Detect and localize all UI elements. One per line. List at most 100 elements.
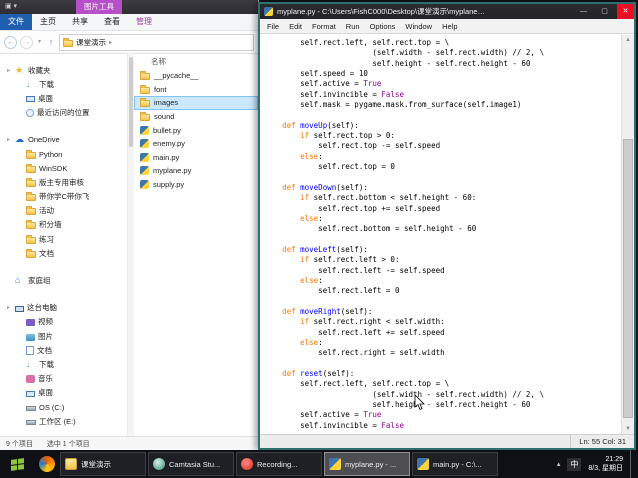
forward-button[interactable]: → [20, 36, 33, 49]
file-row[interactable]: bullet.py [134, 123, 258, 137]
sidebar-item[interactable]: 练习 [0, 232, 127, 246]
menu-file[interactable]: File [262, 22, 284, 31]
file-row[interactable]: font [134, 83, 258, 97]
sidebar-item[interactable]: 带你学C带你飞 [0, 190, 127, 204]
file-row[interactable]: main.py [134, 151, 258, 165]
picture-tools-tab[interactable]: 图片工具 [76, 0, 122, 14]
sidebar-item[interactable]: 活动 [0, 204, 127, 218]
tray-expand-icon[interactable]: ▴ [557, 460, 561, 468]
sidebar-item-label: 图片 [38, 331, 53, 342]
up-button[interactable]: ↑ [46, 37, 56, 48]
disk-icon [26, 420, 36, 425]
menu-edit[interactable]: Edit [284, 22, 307, 31]
desktop-icon [26, 391, 35, 397]
folder-icon [140, 73, 150, 80]
editor-scrollbar[interactable]: ▲ ▼ [621, 35, 634, 434]
sidebar-item[interactable]: 最近访问的位置 [0, 106, 127, 120]
history-dropdown-icon[interactable]: ▾ [36, 37, 43, 48]
folder-icon [26, 180, 36, 187]
column-header-name[interactable]: 名称 [134, 55, 258, 69]
sidebar-item[interactable]: 下载 [0, 357, 127, 371]
sidebar-item[interactable]: Python [0, 147, 127, 161]
file-row[interactable]: myplane.py [134, 164, 258, 178]
ribbon-tab-管理[interactable]: 管理 [128, 14, 160, 30]
menu-help[interactable]: Help [437, 22, 462, 31]
sidebar-item[interactable]: ▸OneDrive [0, 133, 127, 147]
sidebar-item[interactable]: ▸收藏夹 [0, 63, 127, 77]
minimize-button[interactable]: — [575, 4, 592, 19]
code-editor[interactable]: self.rect.left, self.rect.top = \ (self.… [260, 35, 621, 434]
ribbon-tab-共享[interactable]: 共享 [64, 14, 96, 30]
sidebar-item[interactable]: 视频 [0, 315, 127, 329]
clock[interactable]: 21:29 8/3, 星期日 [588, 455, 623, 473]
ribbon-tab-主页[interactable]: 主页 [32, 14, 64, 30]
taskbar-button[interactable]: myplane.py - ... [324, 452, 410, 476]
ribbon-tab-文件[interactable]: 文件 [0, 14, 32, 30]
sidebar-item[interactable]: 家庭组 [0, 273, 127, 287]
code-line: def moveRight(self): [264, 307, 621, 317]
breadcrumb[interactable]: 课堂演示 [76, 37, 106, 48]
taskbar-button[interactable]: main.py - C:\... [412, 452, 498, 476]
sidebar-item[interactable]: WinSDK [0, 161, 127, 175]
sidebar-item[interactable]: 工作区 (E:) [0, 414, 127, 428]
sidebar-scrollbar[interactable] [127, 53, 134, 437]
file-row[interactable]: __pycache__ [134, 69, 258, 83]
explorer-navbar: ← → ▾ ↑ 课堂演示 ▸ [0, 31, 258, 54]
taskbar-button[interactable]: Recording... [236, 452, 322, 476]
taskbar-button[interactable]: Camtasia Stu... [148, 452, 234, 476]
sidebar-item[interactable]: 下载 [0, 77, 127, 91]
folder-icon [140, 87, 150, 94]
sidebar-item[interactable]: 文档 [0, 343, 127, 357]
address-bar[interactable]: 课堂演示 ▸ [59, 34, 254, 51]
sidebar-item-label: 带你学C带你飞 [39, 191, 89, 202]
quick-access-toolbar-icon[interactable]: ▣ ▾ [5, 0, 17, 14]
ribbon-tab-查看[interactable]: 查看 [96, 14, 128, 30]
folder-icon [26, 166, 36, 173]
file-name: enemy.py [153, 139, 185, 148]
sidebar-item-label: 下载 [39, 79, 54, 90]
sidebar-item-label: 桌面 [38, 93, 53, 104]
file-row[interactable]: images [134, 96, 258, 110]
menu-format[interactable]: Format [307, 22, 341, 31]
download-icon [26, 80, 36, 89]
menu-window[interactable]: Window [400, 22, 437, 31]
sidebar-item[interactable]: 图片 [0, 329, 127, 343]
taskbar-button[interactable]: 课堂演示 [60, 452, 146, 476]
scrollbar-thumb[interactable] [129, 57, 133, 147]
sidebar-item[interactable]: OS (C:) [0, 400, 127, 414]
sidebar-item[interactable]: 版主专用审核 [0, 175, 127, 189]
expand-arrow-icon[interactable]: ▸ [5, 67, 12, 74]
file-row[interactable]: supply.py [134, 178, 258, 192]
start-button[interactable] [0, 450, 34, 478]
close-button[interactable]: ✕ [617, 4, 634, 19]
code-line: self.rect.top = 0 [264, 162, 621, 172]
code-line: if self.rect.bottom < self.height - 60: [264, 193, 621, 203]
menu-run[interactable]: Run [341, 22, 365, 31]
explorer-statusbar: 9 个项目 选中 1 个项目 [0, 436, 258, 450]
browser-icon[interactable] [34, 450, 60, 478]
file-row[interactable]: enemy.py [134, 137, 258, 151]
scroll-down-icon[interactable]: ▼ [622, 424, 634, 434]
sidebar-item-label: 文档 [39, 248, 54, 259]
idle-titlebar[interactable]: myplane.py - C:\Users\FishC000\Desktop\课… [260, 4, 634, 19]
back-button[interactable]: ← [4, 36, 17, 49]
maximize-button[interactable]: ▢ [596, 4, 613, 19]
sidebar-item[interactable]: 桌面 [0, 91, 127, 105]
sidebar-item[interactable]: 音乐 [0, 372, 127, 386]
scroll-up-icon[interactable]: ▲ [622, 35, 634, 45]
input-method-indicator[interactable]: 中 [567, 458, 581, 471]
sidebar-item[interactable]: 桌面 [0, 386, 127, 400]
scrollbar-thumb[interactable] [623, 139, 633, 418]
sidebar-item[interactable]: 文档 [0, 246, 127, 260]
file-row[interactable]: sound [134, 110, 258, 124]
menu-options[interactable]: Options [365, 22, 401, 31]
code-line: self.rect.left = 0 [264, 286, 621, 296]
expand-arrow-icon[interactable]: ▸ [5, 136, 12, 143]
expand-arrow-icon[interactable]: ▸ [5, 304, 12, 311]
sidebar-item[interactable]: 积分墙 [0, 218, 127, 232]
explorer-titlebar[interactable]: ▣ ▾ 图片工具 [0, 0, 258, 14]
file-name: __pycache__ [154, 71, 199, 80]
sidebar-item-label: 练习 [39, 234, 54, 245]
show-desktop-button[interactable] [630, 450, 636, 478]
sidebar-item[interactable]: ▸这台电脑 [0, 301, 127, 315]
